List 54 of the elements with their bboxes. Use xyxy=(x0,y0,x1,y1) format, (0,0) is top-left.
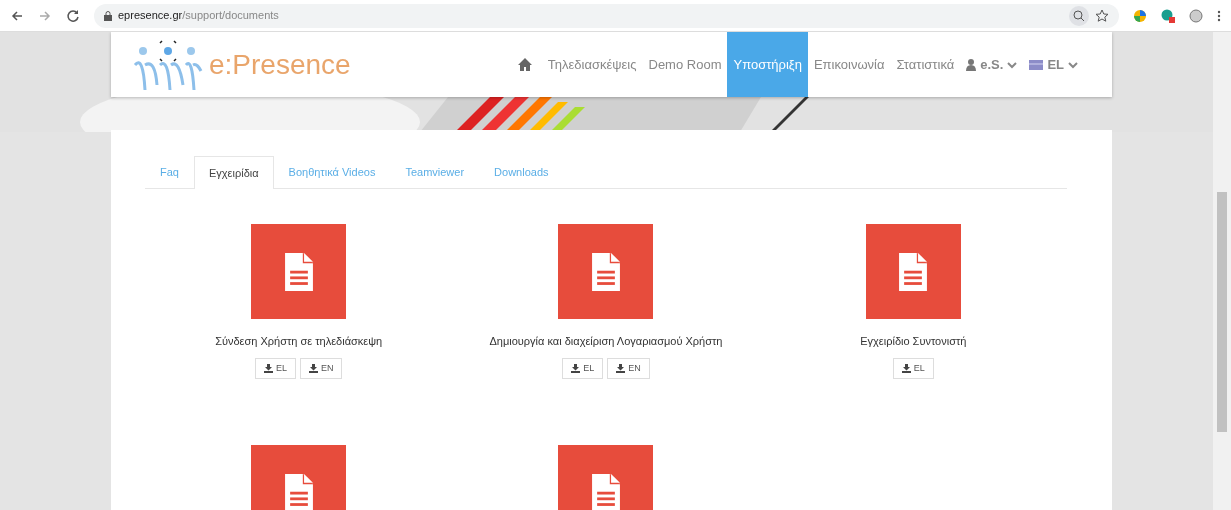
download-icon xyxy=(571,363,581,373)
download-icon xyxy=(308,363,318,373)
document-title: Δημιουργία και διαχείριση Λογαριασμού Χρήστη xyxy=(489,334,723,349)
download-button[interactable]: EL xyxy=(254,357,296,379)
caret-icon xyxy=(1068,60,1078,69)
document-icon xyxy=(284,473,313,510)
document-title: Εγχειρίδιο Συντονιστή xyxy=(860,334,967,349)
download-button[interactable]: EL xyxy=(562,357,604,379)
download-button[interactable]: EN xyxy=(607,357,650,379)
document-icon xyxy=(899,252,928,291)
nav-link[interactable]: Τηλεδιασκέψεις xyxy=(541,32,643,97)
star-icon[interactable] xyxy=(1095,8,1109,23)
logo-text: e:Presence xyxy=(209,47,351,82)
flag-icon xyxy=(1029,59,1044,70)
menu-icon[interactable] xyxy=(1217,8,1221,23)
reload-icon[interactable] xyxy=(66,8,80,23)
extension-icon[interactable] xyxy=(1133,8,1147,23)
forward-icon[interactable] xyxy=(38,8,52,23)
tab[interactable]: Εγχειρίδια xyxy=(193,156,274,189)
document-tile[interactable] xyxy=(251,224,347,319)
scrollbar-thumb[interactable] xyxy=(1217,192,1227,432)
tab[interactable]: Teamviewer xyxy=(390,156,480,188)
extension-icon[interactable] xyxy=(1161,8,1175,23)
zoom-icon[interactable] xyxy=(1069,5,1089,26)
nav-link[interactable]: Στατιστικά xyxy=(890,32,961,97)
download-button[interactable]: EN xyxy=(299,357,343,379)
document-icon xyxy=(284,252,313,291)
scrollbar[interactable] xyxy=(1213,32,1231,510)
download-button[interactable]: EL xyxy=(892,357,934,379)
home-icon xyxy=(517,58,532,71)
back-icon[interactable] xyxy=(10,8,24,23)
download-icon xyxy=(616,363,626,373)
language-menu[interactable]: EL xyxy=(1023,32,1084,97)
document-icon xyxy=(592,252,620,291)
address-bar[interactable]: epresence.gr/support/documents xyxy=(94,3,1119,28)
user-icon xyxy=(966,58,977,71)
nav-link[interactable]: Υποστήριξη xyxy=(727,32,808,97)
caret-icon xyxy=(1007,60,1018,69)
document-tile[interactable] xyxy=(558,224,654,319)
user-menu[interactable]: e.S. xyxy=(960,32,1024,97)
logo-icon xyxy=(133,37,203,92)
tab[interactable]: Faq xyxy=(145,156,194,188)
tab[interactable]: Βοηθητικά Videos xyxy=(273,156,391,188)
nav-link[interactable]: Επικοινωνία xyxy=(807,32,891,97)
download-icon xyxy=(263,363,273,373)
document-title: Σύνδεση Χρήστη σε τηλεδιάσκεψη xyxy=(215,334,383,349)
tab[interactable]: Downloads xyxy=(479,156,564,188)
document-tile[interactable] xyxy=(865,224,961,319)
profile-icon[interactable] xyxy=(1189,8,1203,23)
download-icon xyxy=(901,363,911,373)
url-text: epresence.gr/support/documents xyxy=(118,8,279,24)
document-icon xyxy=(592,473,620,510)
nav-link[interactable]: Demo Room xyxy=(642,32,728,97)
lock-icon xyxy=(104,10,112,21)
